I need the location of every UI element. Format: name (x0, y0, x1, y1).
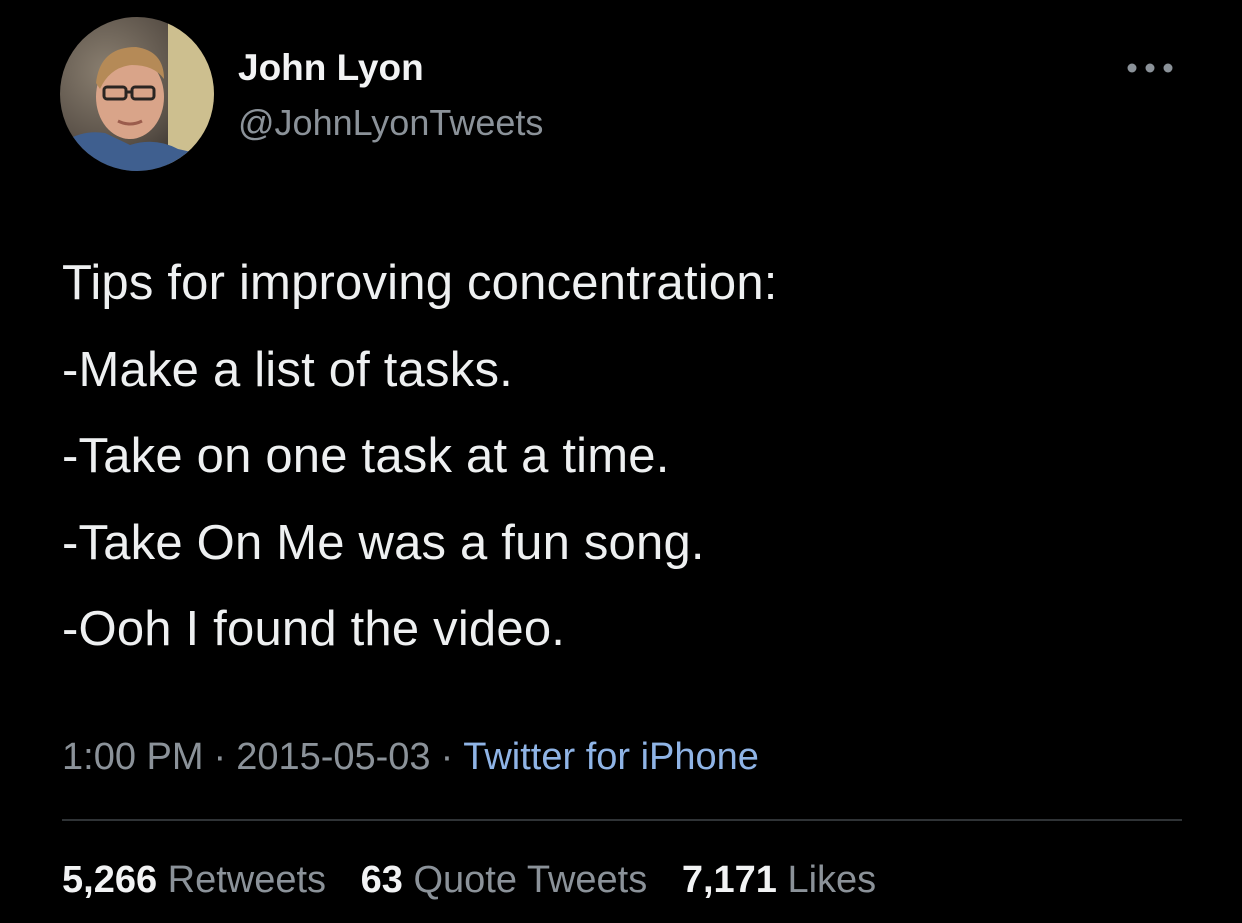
tweet-line: Tips for improving concentration: (62, 256, 778, 310)
engagement-stats: 5,266 Retweets 63 Quote Tweets 7,171 Lik… (62, 855, 876, 905)
retweets-label: Retweets (167, 859, 327, 901)
tweet-line: -Take On Me was a fun song. (62, 515, 705, 570)
tweet-source-link[interactable]: Twitter for iPhone (463, 736, 759, 778)
tweet-text: Tips for improving concentration: -Make … (62, 240, 1212, 673)
tweet-card: John Lyon @JohnLyonTweets Tips for impro… (0, 0, 1242, 923)
tweet-date[interactable]: 2015-05-03 (236, 736, 430, 778)
avatar[interactable] (60, 17, 214, 171)
divider (62, 819, 1182, 821)
retweets-stat[interactable]: 5,266 Retweets (62, 859, 326, 901)
likes-label: Likes (787, 859, 877, 901)
display-name[interactable]: John Lyon (238, 44, 424, 92)
likes-stat[interactable]: 7,171 Likes (682, 859, 876, 901)
user-handle[interactable]: @JohnLyonTweets (238, 100, 543, 146)
retweets-count: 5,266 (62, 859, 158, 901)
tweet-line: -Make a list of tasks. (62, 342, 513, 397)
more-horizontal-icon (1127, 63, 1173, 73)
meta-separator: · (440, 736, 454, 778)
tweet-line: -Take on one task at a time. (62, 429, 670, 483)
tweet-line: -Ooh I found the video. (62, 602, 566, 656)
quote-tweets-stat[interactable]: 63 Quote Tweets (361, 859, 648, 901)
tweet-meta: 1:00 PM · 2015-05-03 · Twitter for iPhone (62, 732, 759, 782)
more-options-button[interactable] (1118, 56, 1182, 80)
likes-count: 7,171 (681, 859, 777, 901)
quote-tweets-count: 63 (360, 859, 403, 901)
tweet-time[interactable]: 1:00 PM (62, 736, 204, 778)
meta-separator: · (213, 736, 227, 778)
quote-tweets-label: Quote Tweets (413, 859, 648, 901)
